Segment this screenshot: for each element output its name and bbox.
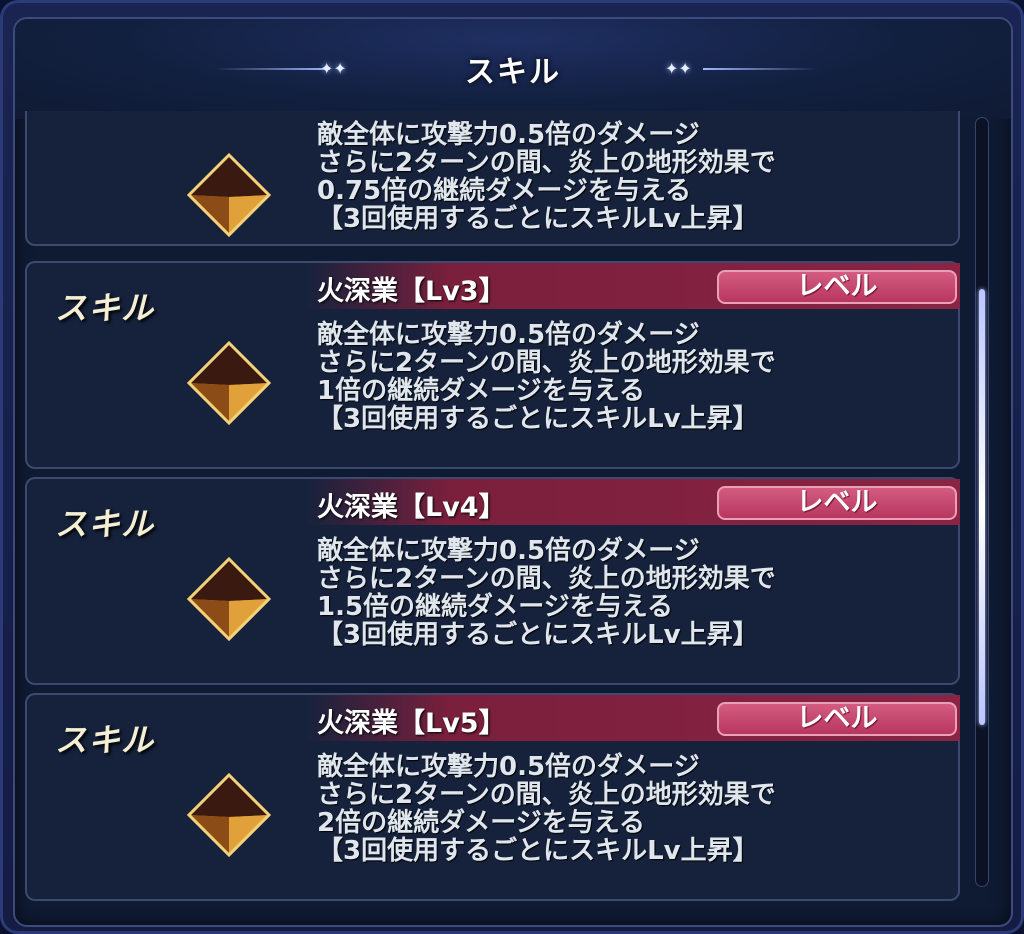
skill-description-line: 1倍の継続ダメージを与える: [317, 376, 646, 406]
skill-card: スキル 火深業【Lv5】 レベル 敵全体に攻撃力0.5倍のダメージ さらに2ター…: [25, 693, 960, 901]
level-button[interactable]: レベル: [717, 702, 957, 736]
fire-gem-icon: [187, 341, 271, 425]
skill-description-line: 敵全体に攻撃力0.5倍のダメージ: [317, 536, 700, 566]
skill-description-line: 敵全体に攻撃力0.5倍のダメージ: [317, 320, 700, 350]
sparkle-icon: ✦✦: [665, 59, 692, 78]
skill-name: 火深業【Lv4】: [317, 492, 506, 523]
skill-description-line: 【3回使用するごとにスキルLv上昇】: [317, 204, 759, 234]
scrollbar-thumb[interactable]: [979, 289, 985, 725]
skill-window: ✦✦ スキル ✦✦ 敵全体に攻撃力0.5倍のダメージ さらに2ターンの間、炎上の…: [0, 0, 1024, 934]
skill-card: スキル 火深業【Lv3】 レベル 敵全体に攻撃力0.5倍のダメージ さらに2ター…: [25, 261, 960, 469]
panel-header: ✦✦ スキル ✦✦: [15, 19, 1011, 119]
skill-description-line: 1.5倍の継続ダメージを与える: [317, 592, 673, 622]
skill-panel: ✦✦ スキル ✦✦ 敵全体に攻撃力0.5倍のダメージ さらに2ターンの間、炎上の…: [13, 17, 1013, 927]
level-button[interactable]: レベル: [717, 486, 957, 520]
level-button[interactable]: レベル: [717, 270, 957, 304]
skill-card: スキル 火深業【Lv4】 レベル 敵全体に攻撃力0.5倍のダメージ さらに2ター…: [25, 477, 960, 685]
skill-description-line: 【3回使用するごとにスキルLv上昇】: [317, 404, 759, 434]
skill-description-line: 敵全体に攻撃力0.5倍のダメージ: [317, 752, 700, 782]
skill-description-line: 【3回使用するごとにスキルLv上昇】: [317, 620, 759, 650]
skill-label: スキル: [55, 721, 155, 759]
header-divider-right: [703, 68, 818, 70]
skill-card: 敵全体に攻撃力0.5倍のダメージ さらに2ターンの間、炎上の地形効果で 0.75…: [25, 111, 960, 246]
skill-description-line: さらに2ターンの間、炎上の地形効果で: [317, 148, 776, 178]
skill-description-line: 0.75倍の継続ダメージを与える: [317, 176, 692, 206]
page-title: スキル: [465, 55, 561, 90]
skill-label: スキル: [55, 289, 155, 327]
skill-description-line: さらに2ターンの間、炎上の地形効果で: [317, 780, 776, 810]
skill-name: 火深業【Lv3】: [317, 276, 506, 307]
fire-gem-icon: [187, 153, 271, 237]
skill-description-line: 2倍の継続ダメージを与える: [317, 808, 646, 838]
skill-list[interactable]: 敵全体に攻撃力0.5倍のダメージ さらに2ターンの間、炎上の地形効果で 0.75…: [15, 111, 970, 921]
skill-name: 火深業【Lv5】: [317, 708, 506, 739]
skill-description-line: さらに2ターンの間、炎上の地形効果で: [317, 564, 776, 594]
skill-description-line: 【3回使用するごとにスキルLv上昇】: [317, 836, 759, 866]
skill-description-line: 敵全体に攻撃力0.5倍のダメージ: [317, 120, 700, 150]
fire-gem-icon: [187, 773, 271, 857]
skill-label: スキル: [55, 505, 155, 543]
fire-gem-icon: [187, 557, 271, 641]
skill-description-line: さらに2ターンの間、炎上の地形効果で: [317, 348, 776, 378]
